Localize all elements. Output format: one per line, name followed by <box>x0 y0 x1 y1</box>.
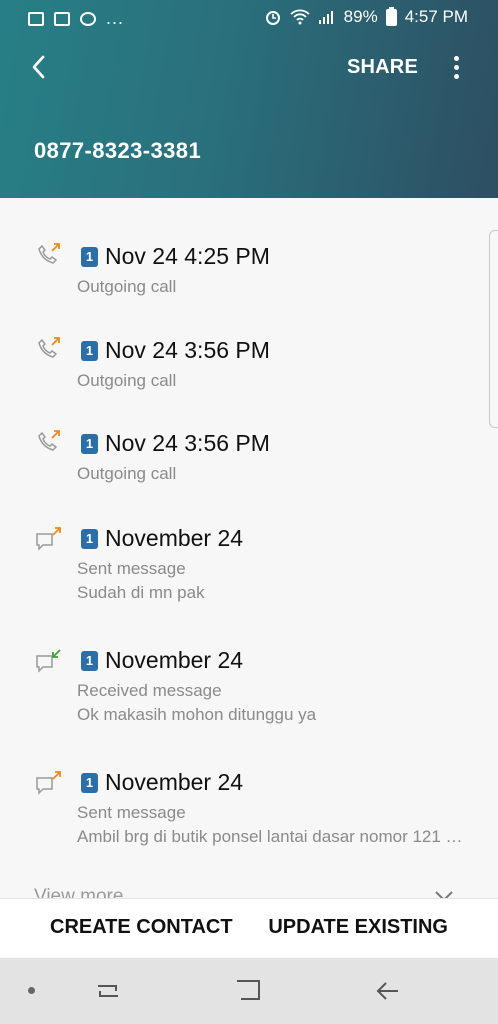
message-preview: Ok makasih mohon ditunggu ya <box>77 705 317 724</box>
alarm-icon <box>265 11 280 25</box>
history-type: Sent message <box>77 559 186 578</box>
history-date: November 24 <box>105 525 244 551</box>
scrollbar[interactable] <box>489 230 498 428</box>
history-type: Outgoing call <box>77 371 177 390</box>
outgoing-call-icon <box>38 430 60 451</box>
home-icon[interactable] <box>234 978 262 1004</box>
history-item[interactable]: 1 November 24 Received message Ok makasi… <box>0 638 498 738</box>
nav-dot-icon[interactable] <box>28 987 35 994</box>
share-button[interactable]: SHARE <box>347 56 418 79</box>
outgoing-call-icon <box>38 337 60 358</box>
outgoing-call-icon <box>38 243 60 264</box>
toolbar: SHARE <box>0 44 498 92</box>
message-notification-icon <box>80 11 96 26</box>
more-options-icon[interactable] <box>446 54 466 82</box>
history-item[interactable]: 1 November 24 Sent message Ambil brg di … <box>0 760 498 860</box>
message-preview: Sudah di mn pak <box>77 583 205 602</box>
history-date: Nov 24 4:25 PM <box>105 243 270 269</box>
recent-apps-icon[interactable] <box>94 978 122 1004</box>
history-item[interactable]: 1 Nov 24 3:56 PM Outgoing call <box>0 421 498 501</box>
back-arrow-icon[interactable] <box>26 52 56 82</box>
sim-badge: 1 <box>81 341 98 361</box>
update-existing-button[interactable]: UPDATE EXISTING <box>268 916 448 939</box>
history-date: November 24 <box>105 647 244 673</box>
sim-badge: 1 <box>81 529 98 549</box>
sim-badge: 1 <box>81 247 98 267</box>
received-message-icon <box>36 649 61 673</box>
chat-notification-icon <box>54 11 70 26</box>
message-preview: Ambil brg di butik ponsel lantai dasar n… <box>77 827 463 846</box>
history-type: Received message <box>77 681 222 700</box>
history-item[interactable]: 1 Nov 24 4:25 PM Outgoing call <box>0 234 498 314</box>
status-system: 89% 4:57 PM <box>264 6 468 27</box>
history-item[interactable]: 1 November 24 Sent message Sudah di mn p… <box>0 516 498 616</box>
system-nav-bar <box>0 958 498 1024</box>
back-icon[interactable] <box>374 978 402 1004</box>
action-bar: CREATE CONTACT UPDATE EXISTING <box>0 898 498 957</box>
history-type: Outgoing call <box>77 277 177 296</box>
create-contact-button[interactable]: CREATE CONTACT <box>50 916 233 939</box>
battery-percent: 89% <box>343 7 378 26</box>
signal-icon <box>318 11 333 24</box>
sim-badge: 1 <box>81 434 98 454</box>
history-type: Outgoing call <box>77 464 177 483</box>
contact-number: 0877-8323-3381 <box>34 138 202 163</box>
sim-badge: 1 <box>81 651 98 671</box>
more-notifications: ... <box>106 8 125 28</box>
history-date: Nov 24 3:56 PM <box>105 430 270 456</box>
history-item[interactable]: 1 Nov 24 3:56 PM Outgoing call <box>0 328 498 408</box>
app-header: ... 89% 4:57 PM SHARE 0877-8323-3381 <box>0 0 498 198</box>
battery-icon <box>385 6 397 26</box>
history-list[interactable]: 1 Nov 24 4:25 PM Outgoing call 1 Nov 24 … <box>0 198 498 898</box>
history-date: November 24 <box>105 769 244 795</box>
sent-message-icon <box>36 771 61 795</box>
status-bar: ... 89% 4:57 PM <box>0 0 498 34</box>
status-notifications: ... <box>28 8 124 29</box>
sim-badge: 1 <box>81 773 98 793</box>
history-date: Nov 24 3:56 PM <box>105 337 270 363</box>
wifi-icon <box>290 9 310 25</box>
sent-message-icon <box>36 527 61 551</box>
history-type: Sent message <box>77 803 186 822</box>
gallery-notification-icon <box>28 11 44 26</box>
clock: 4:57 PM <box>404 7 468 26</box>
